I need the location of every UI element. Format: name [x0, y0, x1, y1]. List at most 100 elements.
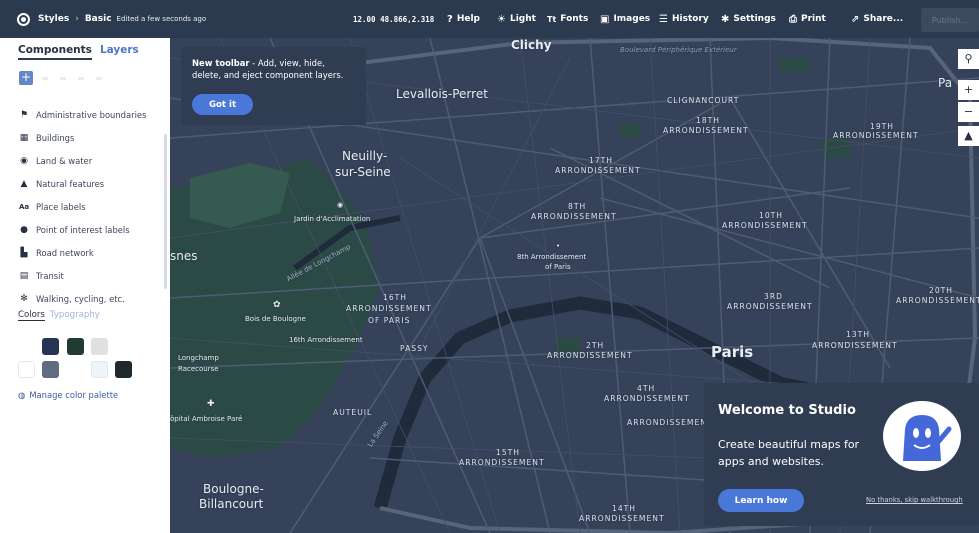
help-button[interactable]: ? Help	[447, 14, 480, 25]
building-icon: ▦	[19, 132, 29, 143]
color-swatch[interactable]	[91, 361, 108, 378]
zoom-coordinates-readout: 12.00 48.866,2.318	[353, 14, 435, 24]
hide-tool-icon[interactable]	[60, 77, 66, 80]
sidebar-item-poi-labels[interactable]: ● Point of interest labels	[19, 218, 146, 241]
flag-icon: ⚑	[19, 109, 29, 120]
got-it-button[interactable]: Got it	[192, 94, 253, 115]
map-label: ARRONDISSEMENT	[833, 131, 919, 140]
search-icon: ⚲	[964, 52, 973, 65]
tab-typography[interactable]: Typography	[50, 310, 100, 321]
color-swatch[interactable]	[67, 361, 84, 378]
color-swatch[interactable]	[42, 361, 59, 378]
help-circle-icon: ?	[447, 13, 453, 25]
map-label: 16th Arrondissement	[289, 336, 363, 344]
map-label: Boulogne-	[203, 482, 264, 496]
color-swatch[interactable]	[18, 361, 35, 378]
component-list: ⚑ Administrative boundaries ▦ Buildings ◉ L…	[19, 103, 146, 310]
pin-icon: ●	[20, 224, 28, 235]
mascot-icon	[903, 415, 952, 461]
color-swatch[interactable]	[67, 338, 84, 355]
map-label: 2TH	[586, 341, 605, 350]
map-label: Longchamp	[178, 354, 219, 362]
skip-walkthrough-link[interactable]: No thanks, skip walkthrough	[866, 496, 963, 504]
eject-tool-icon[interactable]	[96, 77, 102, 80]
zoom-out-button[interactable]: −	[958, 102, 979, 122]
map-label: Pa	[938, 76, 953, 90]
mountain-icon: ▲	[20, 178, 28, 189]
map-label: ARRONDISSEMENT	[604, 394, 690, 403]
print-icon: ⎙	[789, 13, 797, 25]
sidebar-item-buildings[interactable]: ▦ Buildings	[19, 126, 146, 149]
poi-marker-icon: ✿	[273, 300, 281, 310]
fonts-button[interactable]: Tt Fonts	[547, 14, 588, 24]
history-icon: ☰	[659, 13, 668, 25]
new-toolbar-tooltip: New toolbar - Add, view, hide, delete, a…	[181, 47, 366, 125]
place-label-icon: Aa	[19, 202, 30, 211]
light-button[interactable]: ☀ Light	[497, 14, 536, 25]
sidebar-tabs: Components Layers	[0, 38, 170, 60]
map-label: Levallois-Perret	[396, 87, 488, 101]
map-label: ARRONDISSEMENT	[531, 212, 617, 221]
road-icon: ▙	[20, 247, 28, 258]
sidebar-item-transit[interactable]: ▤ Transit	[19, 264, 146, 287]
delete-tool-icon[interactable]	[78, 77, 84, 80]
mascot-illustration	[883, 401, 961, 471]
welcome-card: Welcome to Studio Create beautiful maps …	[704, 383, 979, 526]
map-label: Clichy	[511, 38, 552, 52]
sidebar-item-natural-features[interactable]: ▲ Natural features	[19, 172, 146, 195]
images-button[interactable]: ▣ Images	[600, 14, 650, 25]
manage-color-palette-link[interactable]: ◍ Manage color palette	[18, 390, 118, 400]
color-swatch[interactable]	[91, 338, 108, 355]
top-toolbar: Styles › Basic Edited a few seconds ago …	[0, 0, 979, 38]
map-label: ARRONDISSEMENT	[896, 296, 979, 305]
welcome-text: Create beautiful maps for apps and websi…	[718, 438, 860, 468]
map-label: Neuilly-	[342, 149, 388, 163]
compass-button[interactable]: ▲	[958, 126, 979, 146]
tab-components[interactable]: Components	[18, 44, 92, 60]
tooltip-title: New toolbar	[192, 58, 250, 68]
color-swatch[interactable]	[115, 361, 132, 378]
map-label: 18TH	[696, 116, 721, 125]
map-label: 3RD	[764, 292, 783, 301]
map-label: PASSY	[400, 344, 429, 353]
poi-marker-icon: ◉	[337, 201, 344, 209]
tab-colors[interactable]: Colors	[18, 310, 45, 321]
search-map-button[interactable]: ⚲	[958, 49, 979, 69]
compass-icon: ▲	[964, 129, 973, 142]
sidebar-item-admin-boundaries[interactable]: ⚑ Administrative boundaries	[19, 103, 146, 126]
globe-icon: ◉	[20, 155, 28, 166]
map-label: Racecourse	[178, 365, 219, 373]
add-component-button[interactable]: +	[19, 71, 33, 85]
map-label: ARRONDISSEMENT	[555, 166, 641, 175]
style-name: Basic	[84, 14, 112, 24]
breadcrumb-styles[interactable]: Styles	[38, 14, 69, 24]
studio-logo-icon[interactable]	[17, 12, 30, 26]
map-label: 4TH	[637, 384, 656, 393]
publish-button[interactable]: Publish...	[921, 8, 979, 32]
map-label: 8TH	[568, 202, 587, 211]
settings-button[interactable]: ✱ Settings	[721, 14, 776, 25]
map-label: ARRONDISSEMENT	[627, 418, 713, 427]
sidebar-item-walking[interactable]: ✻ Walking, cycling, etc.	[19, 287, 146, 310]
history-button[interactable]: ☰ History	[659, 14, 709, 25]
chevron-right-icon: ›	[75, 14, 79, 24]
print-button[interactable]: ⎙ Print	[789, 14, 826, 25]
map-label: ARRONDISSEMENT	[727, 302, 813, 311]
edited-status: Edited a few seconds ago	[116, 15, 207, 23]
share-button[interactable]: ⇗ Share...	[851, 14, 903, 25]
learn-how-button[interactable]: Learn how	[718, 489, 804, 512]
map-label: 16TH	[383, 293, 408, 302]
sidebar-item-road-network[interactable]: ▙ Road network	[19, 241, 146, 264]
map-label: ôpital Ambroise Paré	[170, 415, 243, 423]
zoom-in-button[interactable]: +	[958, 80, 979, 100]
tab-layers[interactable]: Layers	[100, 44, 139, 60]
map-label: Billancourt	[199, 497, 264, 511]
color-swatch[interactable]	[42, 338, 59, 355]
sidebar-scrollbar[interactable]	[164, 134, 167, 289]
sidebar-item-place-labels[interactable]: Aa Place labels	[19, 195, 146, 218]
gear-icon: ✱	[721, 13, 730, 25]
map-label: Paris	[711, 343, 754, 361]
sidebar-item-land-water[interactable]: ◉ Land & water	[19, 149, 146, 172]
welcome-title: Welcome to Studio	[718, 403, 856, 418]
view-tool-icon[interactable]	[42, 77, 48, 80]
